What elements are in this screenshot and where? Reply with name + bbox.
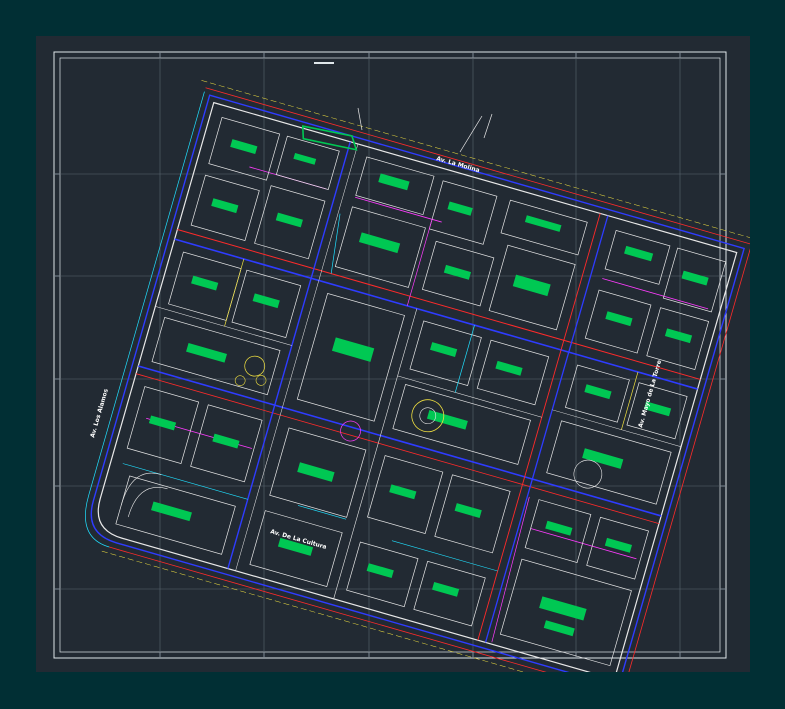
campus-site: [85, 80, 750, 672]
street-label-top: Av. La Molina: [435, 155, 480, 174]
street-label-right: Av. Mayo de La Torre: [637, 359, 663, 428]
frame-ticks: [54, 52, 726, 658]
drawing-sheet: Av. Los Alamos Av. La Molina Av. De La C…: [36, 36, 750, 672]
outer-frame: [53, 51, 727, 659]
building-labels: [148, 125, 709, 637]
internal-roads: [122, 141, 709, 643]
access-lines: [357, 107, 493, 153]
title-mark: [314, 62, 334, 64]
site-plan-drawing: Av. Los Alamos Av. La Molina Av. De La C…: [53, 51, 750, 672]
